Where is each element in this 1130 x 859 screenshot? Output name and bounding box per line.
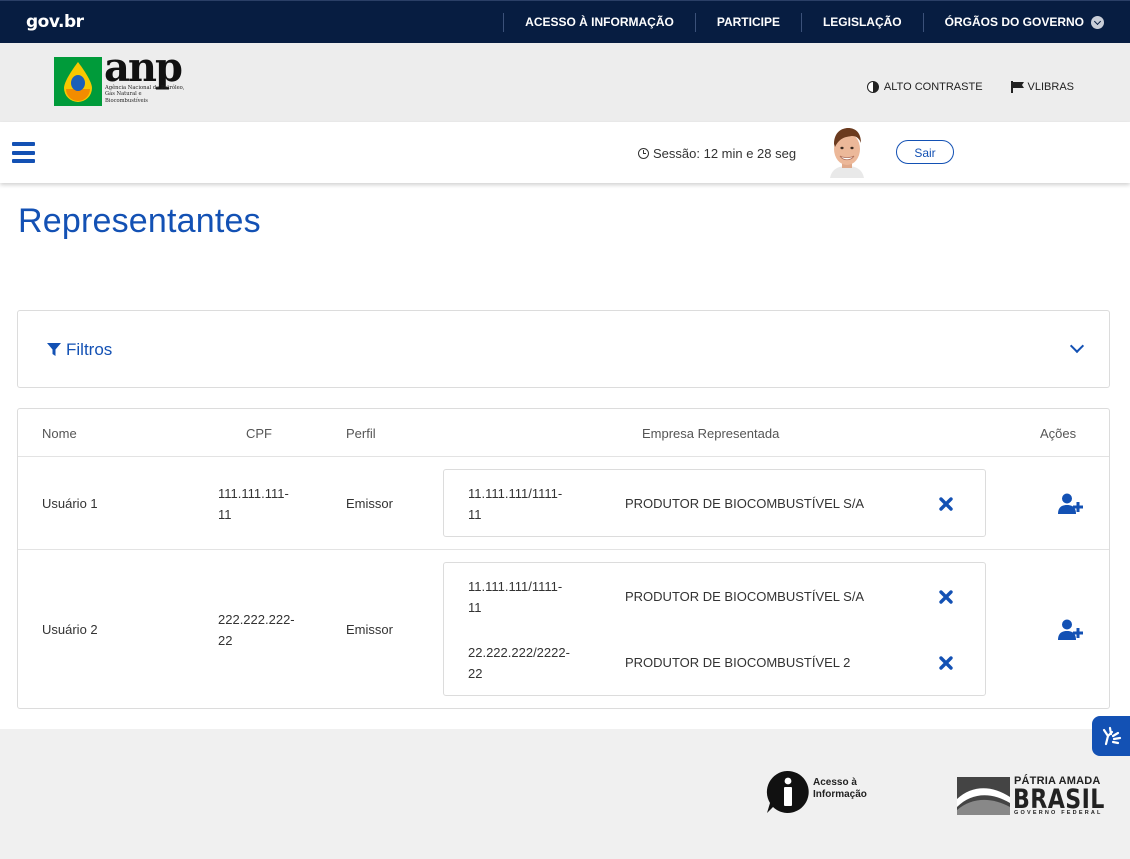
row-profile: Emissor [346, 496, 393, 511]
app-bar: Sessão: 12 min e 28 seg Sair [0, 122, 1130, 183]
cpf-line: 222.222.222- [218, 612, 295, 627]
nav-label: ÓRGÃOS DO GOVERNO [944, 15, 1084, 29]
brasil-mark-icon [957, 777, 1010, 815]
filters-toggle[interactable]: Filtros [47, 340, 112, 360]
access-info-line: Informação [813, 789, 867, 800]
cnpj-line: 11.111.111/1111- [468, 579, 563, 594]
cnpj-line: 11.111.111/1111- [468, 486, 563, 501]
cnpj-line: 11 [468, 600, 482, 615]
remove-company-icon[interactable] [938, 496, 954, 512]
header-actions: Ações [1040, 426, 1077, 441]
anp-wordmark: anp [104, 44, 183, 91]
cpf-line: 111.111.111- [218, 486, 289, 501]
anp-logo[interactable]: anp Agência Nacional do Petróleo, Gás Na… [54, 44, 185, 112]
add-user-icon[interactable] [1058, 619, 1084, 641]
nav-label: PARTICIPE [716, 15, 780, 29]
footer: Acesso à Informação PÁTRIA AMADA BRASIL … [0, 729, 1130, 859]
session-label: Sessão: 12 min e 28 seg [653, 146, 797, 161]
access-information-text: Acesso à Informação [813, 777, 867, 801]
accessibility-tools: ALTO CONTRASTE VLIBRAS [866, 81, 1074, 93]
brasil-small-text: GOVERNO FEDERAL [1014, 810, 1103, 816]
nav-label: ACESSO À INFORMAÇÃO [525, 15, 674, 29]
row-profile: Emissor [346, 622, 393, 637]
company-line: 11.111.111/1111- 11 PRODUTOR DE BIOCOMBU… [444, 470, 985, 536]
nav-acesso-informacao[interactable]: ACESSO À INFORMAÇÃO [503, 13, 695, 32]
vlibras-label: VLIBRAS [1027, 81, 1074, 93]
chevron-down-icon [1091, 16, 1104, 29]
nav-label: LEGISLAÇÃO [822, 15, 902, 29]
logout-button[interactable]: Sair [896, 140, 954, 164]
header-cpf: CPF [246, 426, 272, 441]
filter-icon [47, 343, 61, 356]
filters-panel[interactable]: Filtros [17, 310, 1110, 388]
header-profile: Perfil [346, 426, 376, 441]
representatives-table: Nome CPF Perfil Empresa Representada Açõ… [17, 408, 1110, 709]
sign-language-icon [1102, 726, 1122, 746]
high-contrast-label: ALTO CONTRASTE [883, 81, 983, 93]
header-name: Nome [42, 426, 77, 441]
avatar[interactable] [826, 126, 868, 178]
row-cpf: 222.222.222- 22 [218, 609, 295, 651]
header-company: Empresa Representada [642, 426, 780, 441]
high-contrast-button[interactable]: ALTO CONTRASTE [866, 81, 983, 93]
nav-orgaos-governo[interactable]: ÓRGÃOS DO GOVERNO [922, 13, 1130, 32]
gov-nav: ACESSO À INFORMAÇÃO PARTICIPE LEGISLAÇÃO… [503, 1, 1130, 44]
remove-company-icon[interactable] [938, 589, 954, 605]
contrast-icon [866, 81, 879, 93]
company-name: PRODUTOR DE BIOCOMBUSTÍVEL S/A [625, 496, 865, 511]
menu-icon[interactable] [12, 142, 35, 163]
row-name: Usuário 1 [42, 496, 98, 511]
add-user-icon[interactable] [1058, 493, 1084, 515]
session-timer: Sessão: 12 min e 28 seg [638, 146, 796, 161]
agency-header: anp Agência Nacional do Petróleo, Gás Na… [0, 43, 1130, 122]
drop-icon [64, 62, 92, 102]
company-cnpj: 22.222.222/2222- 22 [468, 642, 588, 684]
company-box: 11.111.111/1111- 11 PRODUTOR DE BIOCOMBU… [443, 469, 986, 537]
row-name: Usuário 2 [42, 622, 98, 637]
company-name: PRODUTOR DE BIOCOMBUSTÍVEL S/A [625, 589, 865, 604]
filters-label: Filtros [66, 340, 113, 359]
page-title: Representantes [18, 202, 261, 240]
flag-icon [1010, 81, 1024, 93]
access-information-logo[interactable]: Acesso à Informação [765, 770, 867, 814]
cpf-line: 22 [218, 633, 233, 648]
company-line: 11.111.111/1111- 11 PRODUTOR DE BIOCOMBU… [444, 563, 985, 629]
anp-subtitle: Agência Nacional do Petróleo, Gás Natura… [105, 85, 185, 104]
gov-top-bar: gov.br ACESSO À INFORMAÇÃO PARTICIPE LEG… [0, 0, 1130, 43]
company-cnpj: 11.111.111/1111- 11 [468, 576, 588, 618]
chevron-down-icon[interactable] [1069, 338, 1085, 354]
access-info-line: Acesso à [813, 777, 857, 788]
vlibras-button[interactable]: VLIBRAS [1010, 81, 1074, 93]
clock-icon [638, 148, 649, 159]
table-row: Usuário 1 111.111.111- 11 Emissor 11.111… [18, 457, 1109, 550]
info-icon [766, 770, 809, 813]
remove-company-icon[interactable] [938, 655, 954, 671]
vlibras-widget[interactable] [1092, 716, 1130, 756]
company-line: 22.222.222/2222- 22 PRODUTOR DE BIOCOMBU… [444, 629, 985, 695]
row-cpf: 111.111.111- 11 [218, 483, 289, 525]
govbr-logo[interactable]: gov.br [26, 12, 84, 32]
table-header: Nome CPF Perfil Empresa Representada Açõ… [18, 409, 1109, 457]
brasil-logo[interactable]: PÁTRIA AMADA BRASIL GOVERNO FEDERAL [957, 775, 1107, 817]
company-cnpj: 11.111.111/1111- 11 [468, 483, 588, 525]
nav-participe[interactable]: PARTICIPE [694, 13, 801, 32]
cnpj-line: 11 [468, 507, 482, 522]
cnpj-line: 22.222.222/2222- [468, 645, 570, 660]
company-box: 11.111.111/1111- 11 PRODUTOR DE BIOCOMBU… [443, 562, 986, 696]
table-row: Usuário 2 222.222.222- 22 Emissor 11.111… [18, 550, 1109, 709]
company-name: PRODUTOR DE BIOCOMBUSTÍVEL 2 [625, 655, 851, 670]
cnpj-line: 22 [468, 666, 483, 681]
nav-legislacao[interactable]: LEGISLAÇÃO [800, 13, 923, 32]
cpf-line: 11 [218, 507, 232, 522]
